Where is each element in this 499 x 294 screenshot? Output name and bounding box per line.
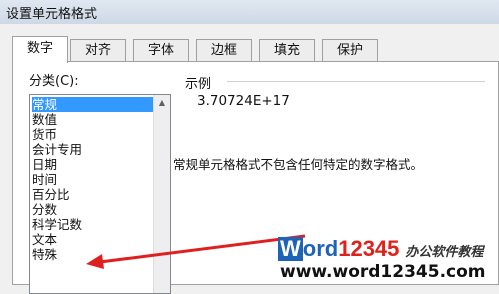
tab-border[interactable]: 边框 xyxy=(196,39,252,61)
format-description: 常规单元格格式不包含任何特定的数字格式。 xyxy=(173,157,424,172)
tab-fill[interactable]: 填充 xyxy=(259,39,315,61)
tab-font[interactable]: 字体 xyxy=(133,39,189,61)
category-item-special[interactable]: 特殊 xyxy=(32,247,156,262)
category-item-date[interactable]: 日期 xyxy=(32,157,156,172)
tab-number[interactable]: 数字 xyxy=(12,36,68,63)
watermark-tagline: 办公软件教程 xyxy=(405,244,484,259)
listbox-scrollbar[interactable] xyxy=(153,95,170,293)
category-item-percentage[interactable]: 百分比 xyxy=(32,187,156,202)
watermark-brand-rest: ord xyxy=(302,236,339,261)
watermark-brand: Word12345 办公软件教程 xyxy=(278,236,483,262)
category-item-fraction[interactable]: 分数 xyxy=(32,202,156,217)
tab-protection[interactable]: 保护 xyxy=(322,39,378,61)
category-item-currency[interactable]: 货币 xyxy=(32,127,156,142)
scroll-up-arrow-icon[interactable]: ▲ xyxy=(154,95,170,111)
category-item-accounting[interactable]: 会计专用 xyxy=(32,142,156,157)
category-item-time[interactable]: 时间 xyxy=(32,172,156,187)
category-item-number[interactable]: 数值 xyxy=(32,112,156,127)
category-item-text[interactable]: 文本 xyxy=(32,232,156,247)
tab-alignment[interactable]: 对齐 xyxy=(70,39,126,61)
watermark-brand-w: W xyxy=(278,236,303,261)
category-label: 分类(C): xyxy=(29,74,79,89)
watermark-brand-num: 12345 xyxy=(338,236,400,261)
category-listbox[interactable]: 常规 数值 货币 会计专用 日期 时间 百分比 分数 科学记数 文本 特殊 ▲ xyxy=(29,94,171,294)
sample-group: 示例 3.70724E+17 xyxy=(185,76,485,116)
category-item-general[interactable]: 常规 xyxy=(32,97,156,112)
watermark-url: www.word12345.com xyxy=(280,262,486,282)
window-title: 设置单元格格式 xyxy=(6,7,98,22)
category-item-scientific[interactable]: 科学记数 xyxy=(32,217,156,232)
sample-group-line xyxy=(227,81,485,82)
title-bar: 设置单元格格式 xyxy=(0,0,499,24)
sample-label: 示例 xyxy=(185,77,212,92)
sample-value: 3.70724E+17 xyxy=(197,93,290,109)
